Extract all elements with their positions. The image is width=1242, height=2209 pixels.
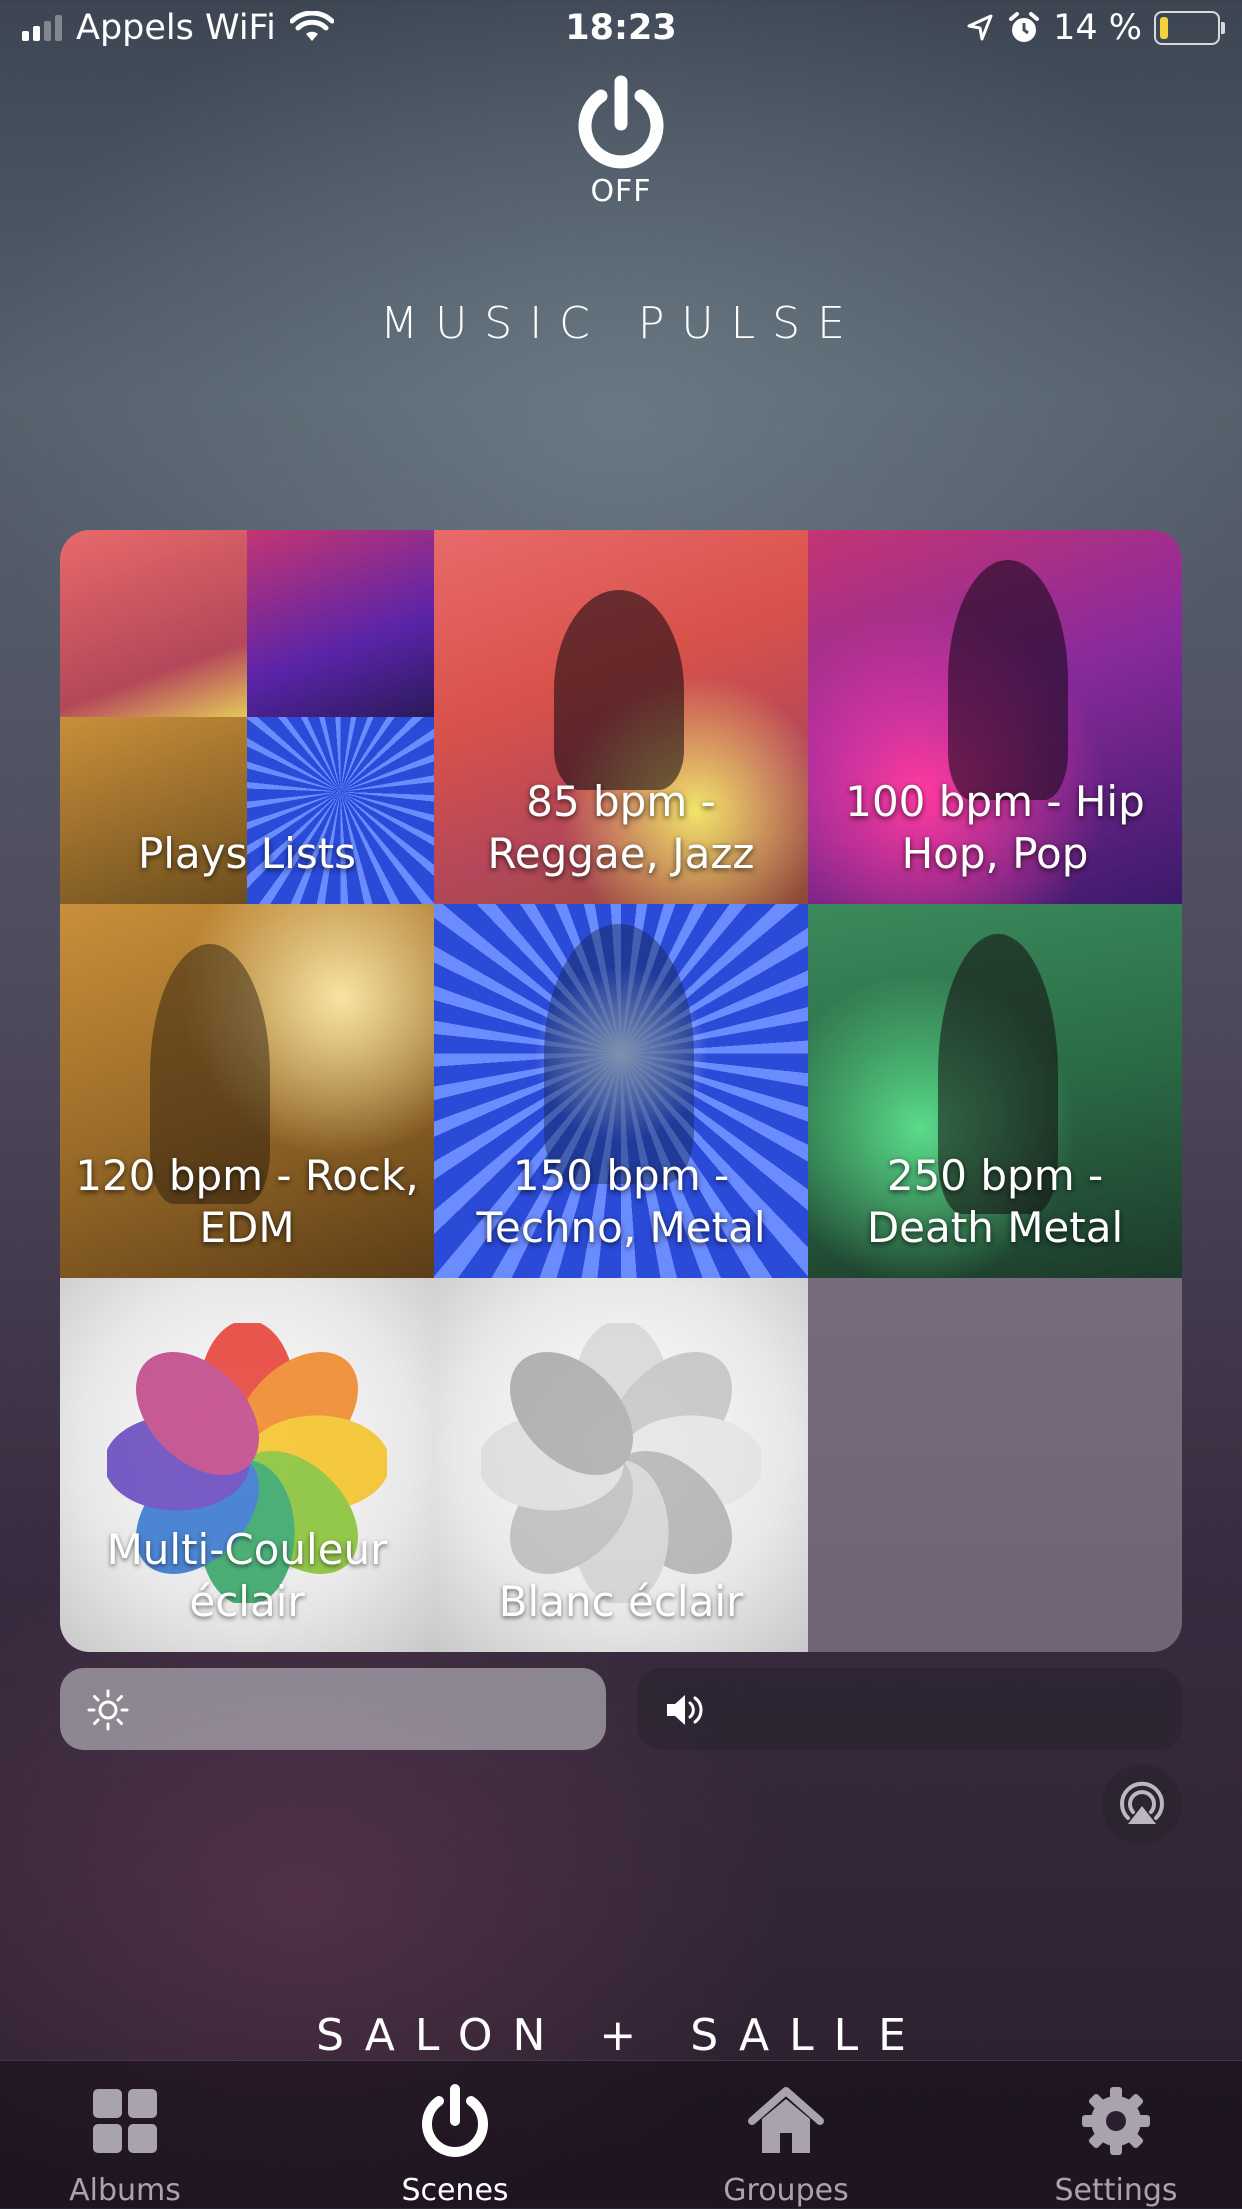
tile-85bpm[interactable]: 85 bpm - Reggae, Jazz: [434, 530, 808, 904]
sun-icon: [87, 1689, 129, 1731]
airplay-button[interactable]: [1102, 1764, 1182, 1844]
tile-label: Plays Lists: [137, 829, 357, 878]
tab-label: Albums: [69, 2173, 181, 2208]
tile-multicolor-flash[interactable]: Multi-Couleur éclair: [60, 1278, 434, 1652]
brightness-slider[interactable]: [60, 1668, 606, 1750]
room-name: SALON + SALLE: [316, 2010, 926, 2061]
tile-150bpm[interactable]: 150 bpm - Techno, Metal: [434, 904, 808, 1278]
tile-120bpm[interactable]: 120 bpm - Rock, EDM: [60, 904, 434, 1278]
tile-label: 150 bpm - Techno, Metal: [476, 1151, 766, 1252]
tile-empty: [808, 1278, 1182, 1652]
battery-icon: [1154, 11, 1225, 45]
power-state-label: OFF: [590, 174, 652, 209]
tile-playlists[interactable]: Plays Lists: [60, 530, 434, 904]
tile-white-flash[interactable]: Blanc éclair: [434, 1278, 808, 1652]
tab-scenes[interactable]: Scenes: [355, 2081, 555, 2208]
status-bar: Appels WiFi 18:23 14 %: [0, 0, 1242, 62]
tile-100bpm[interactable]: 100 bpm - Hip Hop, Pop: [808, 530, 1182, 904]
white-flower-icon: [481, 1323, 761, 1603]
page-title: MUSIC PULSE: [380, 298, 862, 349]
tile-250bpm[interactable]: 250 bpm - Death Metal: [808, 904, 1182, 1278]
alarm-icon: [1009, 12, 1040, 42]
speaker-icon: [667, 1695, 703, 1725]
airplay-icon: [1120, 1781, 1164, 1824]
tab-albums[interactable]: Albums: [25, 2081, 225, 2208]
tile-label: 250 bpm - Death Metal: [866, 1151, 1124, 1252]
tile-label: Blanc éclair: [498, 1577, 744, 1626]
tab-groupes[interactable]: Groupes: [686, 2081, 886, 2208]
power-toggle[interactable]: OFF: [571, 74, 671, 209]
power-icon: [422, 2084, 488, 2157]
location-icon: [967, 14, 993, 41]
scene-grid: Plays Lists 85 bpm - Reggae, Jazz 100 bp…: [60, 530, 1182, 1652]
tab-label: Settings: [1054, 2173, 1178, 2208]
battery-percent: 14 %: [1053, 8, 1142, 48]
volume-slider[interactable]: [637, 1668, 1182, 1750]
tile-label: 120 bpm - Rock, EDM: [75, 1151, 419, 1252]
grid-icon: [93, 2089, 157, 2153]
tile-label: 85 bpm - Reggae, Jazz: [487, 777, 755, 878]
tab-settings[interactable]: Settings: [1016, 2081, 1216, 2208]
tile-label: Multi-Couleur éclair: [106, 1525, 388, 1626]
tab-bar: Albums Scenes Groupes Settings: [0, 2060, 1242, 2209]
power-icon: [578, 75, 664, 169]
gear-icon: [1082, 2087, 1150, 2155]
tile-label: 100 bpm - Hip Hop, Pop: [845, 777, 1145, 878]
tab-label: Groupes: [723, 2173, 849, 2208]
home-icon: [748, 2087, 824, 2153]
tab-label: Scenes: [401, 2173, 509, 2208]
